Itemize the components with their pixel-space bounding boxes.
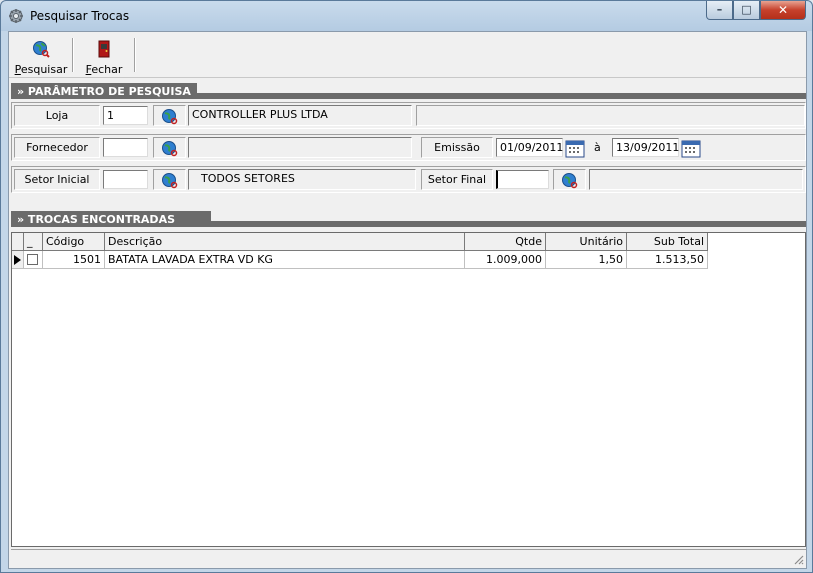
- emissao-separator: à: [594, 141, 601, 154]
- fechar-button[interactable]: Fechar: [81, 38, 127, 76]
- table-row[interactable]: 1501 BATATA LAVADA EXTRA VD KG 1.009,000…: [12, 251, 708, 269]
- toolbar-separator: [134, 38, 136, 72]
- maximize-button[interactable]: □: [733, 1, 760, 20]
- grid-header: _ Código Descrição Qtde Unitário Sub Tot…: [12, 233, 708, 251]
- app-gear-icon: [9, 9, 23, 23]
- row-indicator-header: [12, 233, 24, 251]
- params-section-header: » PARÂMETRO DE PESQUISA: [11, 83, 806, 99]
- close-icon: ✕: [777, 3, 789, 17]
- calendar-from-icon[interactable]: [565, 139, 585, 158]
- results-grid[interactable]: _ Código Descrição Qtde Unitário Sub Tot…: [11, 232, 806, 547]
- col-header-subtotal[interactable]: Sub Total: [627, 233, 708, 251]
- pesquisar-label: Pesquisar: [14, 63, 68, 76]
- fornecedor-name-field: [188, 137, 412, 158]
- params-header-title: » PARÂMETRO DE PESQUISA: [11, 83, 197, 99]
- header-line: [191, 221, 806, 227]
- loja-name-field: CONTROLLER PLUS LTDA: [188, 105, 412, 126]
- maximize-icon: □: [741, 3, 752, 16]
- globe-search-icon: [33, 41, 50, 58]
- door-exit-icon: [98, 40, 110, 58]
- window: Pesquisar Trocas – □ ✕ Pesquisar Fechar …: [0, 0, 813, 573]
- resize-grip-icon[interactable]: [792, 553, 804, 565]
- col-header-codigo[interactable]: Código: [43, 233, 105, 251]
- loja-search-icon[interactable]: [161, 108, 179, 126]
- setor-inicial-name-field: TODOS SETORES: [188, 169, 416, 190]
- loja-input[interactable]: 1: [103, 106, 148, 125]
- setor-final-label: Setor Final: [421, 169, 493, 190]
- pesquisar-button[interactable]: Pesquisar: [13, 38, 69, 76]
- client-area: Pesquisar Fechar » PARÂMETRO DE PESQUISA…: [8, 31, 807, 569]
- cell-codigo: 1501: [43, 251, 105, 269]
- fornecedor-row: Fornecedor Emissão 01/09/2011 à 13/09/20…: [11, 134, 806, 161]
- close-button[interactable]: ✕: [760, 1, 806, 20]
- status-bar: [11, 549, 806, 567]
- cell-qtde: 1.009,000: [465, 251, 546, 269]
- emissao-to-input[interactable]: 13/09/2011: [612, 138, 679, 157]
- fornecedor-input[interactable]: [103, 138, 148, 157]
- loja-label: Loja: [14, 105, 100, 126]
- results-header-title: » TROCAS ENCONTRADAS: [11, 211, 212, 227]
- cell-unitario: 1,50: [546, 251, 627, 269]
- fornecedor-search-icon[interactable]: [161, 140, 179, 158]
- emissao-label: Emissão: [421, 137, 493, 158]
- window-title: Pesquisar Trocas: [30, 9, 130, 23]
- emissao-from-input[interactable]: 01/09/2011: [496, 138, 563, 157]
- calendar-to-icon[interactable]: [681, 139, 701, 158]
- setor-final-search-icon[interactable]: [561, 172, 579, 190]
- fornecedor-label: Fornecedor: [14, 137, 100, 158]
- fechar-label: Fechar: [85, 63, 123, 76]
- col-header-unitario[interactable]: Unitário: [546, 233, 627, 251]
- cell-subtotal: 1.513,50: [627, 251, 708, 269]
- col-header-qtde[interactable]: Qtde: [465, 233, 546, 251]
- setor-row: Setor Inicial TODOS SETORES Setor Final: [11, 166, 806, 193]
- toolbar: Pesquisar Fechar: [9, 32, 806, 78]
- setor-inicial-input[interactable]: [103, 170, 148, 189]
- setor-inicial-label: Setor Inicial: [14, 169, 100, 190]
- minimize-icon: –: [716, 3, 723, 16]
- cell-descricao: BATATA LAVADA EXTRA VD KG: [105, 251, 465, 269]
- title-bar[interactable]: Pesquisar Trocas – □ ✕: [1, 1, 812, 31]
- row-checkbox-cell: [24, 251, 43, 269]
- col-header-check[interactable]: _: [24, 233, 43, 251]
- row-pointer-icon: [14, 255, 21, 265]
- col-header-descricao[interactable]: Descrição: [105, 233, 465, 251]
- setor-final-input[interactable]: [496, 170, 549, 189]
- row-pointer-cell: [12, 251, 24, 269]
- header-line: [171, 93, 806, 99]
- minimize-button[interactable]: –: [706, 1, 733, 20]
- loja-row: Loja 1 CONTROLLER PLUS LTDA: [11, 102, 806, 129]
- row-checkbox[interactable]: [27, 254, 38, 265]
- loja-spacer: [416, 105, 805, 126]
- setor-inicial-search-icon[interactable]: [161, 172, 179, 190]
- setor-final-name-field: [589, 169, 803, 190]
- results-section-header: » TROCAS ENCONTRADAS: [11, 211, 806, 227]
- toolbar-separator: [72, 38, 74, 72]
